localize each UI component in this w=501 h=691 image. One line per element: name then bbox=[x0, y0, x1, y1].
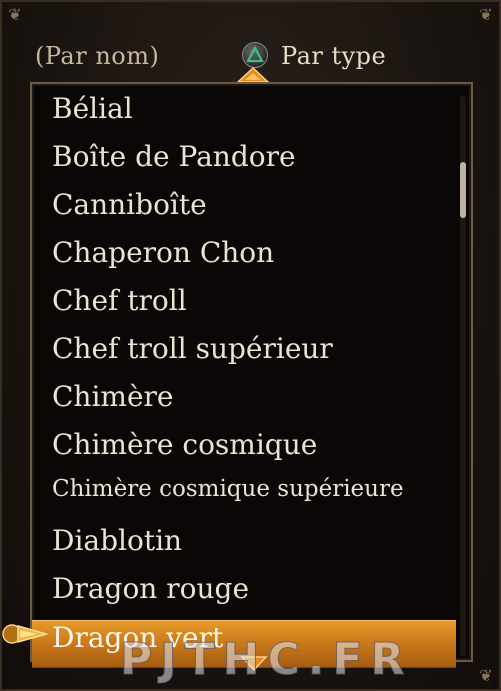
sort-by-type-label[interactable]: Par type bbox=[281, 42, 386, 70]
list-item[interactable]: Diablotin bbox=[32, 524, 456, 572]
list-item[interactable]: Bélial bbox=[32, 92, 456, 140]
list-item[interactable]: Canniboîte bbox=[32, 188, 456, 236]
list-item[interactable]: Boîte de Pandore bbox=[32, 140, 456, 188]
list-item[interactable]: Chimère bbox=[32, 380, 456, 428]
list-item[interactable]: Chimère cosmique bbox=[32, 428, 456, 476]
bestiary-window: ❦ ❦ ❦ (Par nom) Par type Bélial Boîte de … bbox=[0, 0, 501, 691]
list-item[interactable]: Dragon rouge bbox=[32, 572, 456, 620]
list-item[interactable]: Chef troll supérieur bbox=[32, 332, 456, 380]
watermark: PJTHC.FR bbox=[119, 634, 413, 686]
sort-by-name-label[interactable]: (Par nom) bbox=[35, 42, 159, 70]
triangle-button-icon[interactable] bbox=[242, 42, 268, 68]
hand-pointer-cursor-icon bbox=[2, 624, 49, 644]
corner-ornament-icon: ❦ bbox=[479, 5, 493, 24]
corner-ornament-icon: ❦ bbox=[479, 666, 493, 685]
scrollbar[interactable] bbox=[460, 96, 466, 656]
corner-ornament-icon: ❦ bbox=[8, 5, 22, 24]
list-item[interactable]: Chef troll bbox=[32, 284, 456, 332]
monster-list-panel: Bélial Boîte de Pandore Canniboîte Chaperon… bbox=[30, 82, 473, 668]
scrollbar-thumb[interactable] bbox=[460, 162, 466, 218]
monster-list: Bélial Boîte de Pandore Canniboîte Chaperon… bbox=[32, 92, 456, 668]
sort-header: (Par nom) Par type bbox=[2, 38, 501, 83]
list-item[interactable]: Chaperon Chon bbox=[32, 236, 456, 284]
list-item[interactable]: Chimère cosmique supérieure bbox=[32, 476, 456, 524]
